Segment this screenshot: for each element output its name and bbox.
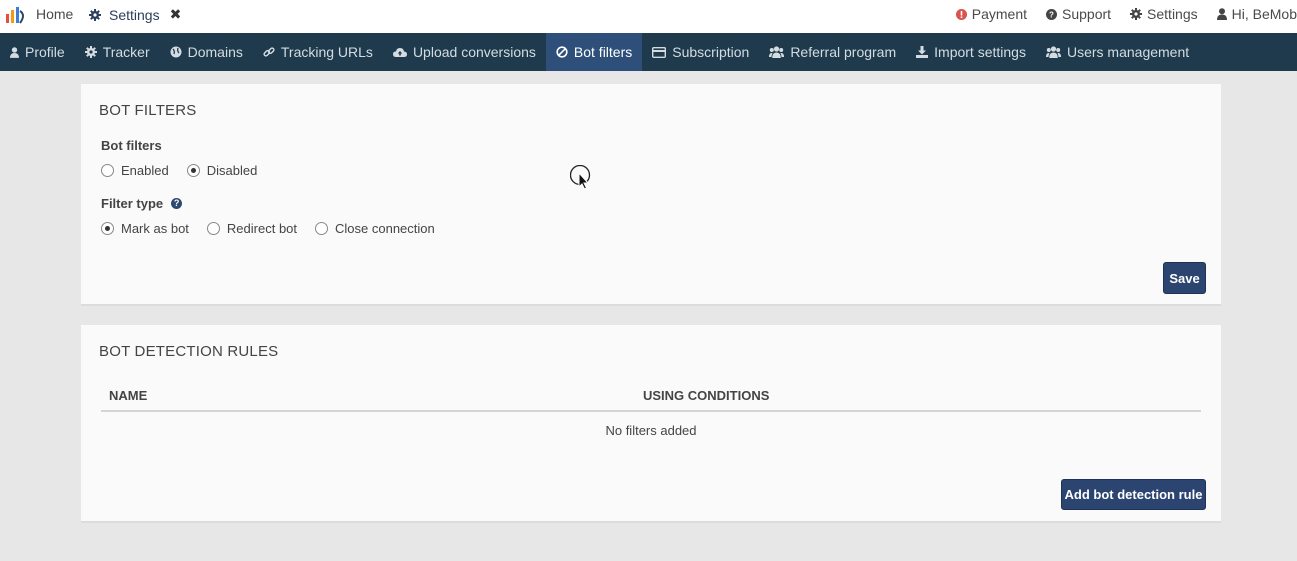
bot-filters-radio-group: Enabled Disabled: [101, 163, 275, 178]
bot-detection-rules-panel: BOT DETECTION RULES NAME USING CONDITION…: [81, 325, 1221, 523]
nav-label: Referral program: [790, 44, 897, 60]
user-menu[interactable]: Hi, BeMob: [1216, 6, 1297, 22]
gear-icon: [89, 8, 101, 21]
users-icon: [769, 46, 785, 58]
radio-circle[interactable]: [101, 164, 114, 177]
bemob-logo-icon[interactable]: [5, 5, 27, 25]
nav-label: Users management: [1066, 44, 1190, 60]
nav-label: Profile: [25, 44, 65, 60]
credit-card-icon: [652, 46, 667, 58]
nav-item-tracker[interactable]: Tracker: [75, 33, 160, 71]
support-link[interactable]: ? Support: [1046, 6, 1111, 22]
radio-disabled[interactable]: Disabled: [186, 163, 258, 178]
nav-label: Domains: [187, 44, 243, 60]
user-greeting: Hi, BeMob: [1231, 6, 1297, 22]
home-link[interactable]: Home: [36, 6, 73, 22]
settings-nav: Profile Tracker Domains Tracking URLs Up…: [0, 33, 1297, 71]
gear-icon: [84, 46, 97, 58]
nav-item-users-management[interactable]: Users management: [1036, 33, 1199, 71]
nav-label: Import settings: [934, 44, 1026, 60]
panel-title: BOT DETECTION RULES: [99, 343, 279, 360]
tab-settings[interactable]: Settings ✖: [89, 6, 181, 23]
radio-label: Mark as bot: [121, 221, 189, 236]
radio-mark-as-bot[interactable]: Mark as bot: [101, 221, 189, 236]
mouse-cursor-icon: [570, 165, 591, 190]
gear-icon: [1130, 8, 1143, 20]
payment-link[interactable]: Payment: [955, 6, 1027, 22]
tab-settings-label: Settings: [109, 6, 160, 23]
nav-item-tracking-urls[interactable]: Tracking URLs: [253, 33, 383, 71]
nav-item-profile[interactable]: Profile: [0, 33, 75, 71]
filter-type-label-row: Filter type ?: [101, 196, 183, 211]
radio-label: Close connection: [335, 221, 435, 236]
payment-label: Payment: [971, 6, 1027, 22]
filter-type-radio-group: Mark as bot Redirect bot Close connectio…: [101, 221, 453, 236]
ban-icon: [556, 46, 568, 58]
close-icon[interactable]: ✖: [170, 6, 182, 23]
nav-label: Bot filters: [573, 44, 633, 60]
filter-type-label: Filter type: [101, 196, 164, 211]
svg-text:?: ?: [1049, 10, 1054, 19]
nav-item-domains[interactable]: Domains: [160, 33, 253, 71]
nav-label: Tracking URLs: [280, 44, 373, 60]
bot-filters-label: Bot filters: [101, 138, 162, 153]
radio-redirect-bot[interactable]: Redirect bot: [206, 221, 298, 236]
alert-circle-icon: [955, 8, 967, 20]
nav-label: Tracker: [102, 44, 150, 60]
radio-enabled[interactable]: Enabled: [101, 163, 169, 178]
nav-item-subscription[interactable]: Subscription: [642, 33, 759, 71]
save-button[interactable]: Save: [1163, 262, 1206, 294]
support-label: Support: [1062, 6, 1112, 22]
column-header-name[interactable]: NAME: [109, 388, 147, 403]
bot-filters-panel: BOT FILTERS Bot filters Enabled Disabled…: [81, 84, 1221, 306]
radio-circle[interactable]: [315, 222, 329, 235]
radio-circle[interactable]: [186, 164, 200, 177]
add-bot-detection-rule-button[interactable]: Add bot detection rule: [1061, 479, 1206, 510]
column-header-using-conditions[interactable]: USING CONDITIONS: [643, 388, 769, 403]
top-bar: Home Settings ✖ Payment ? Support Settin…: [0, 0, 1297, 33]
settings-link[interactable]: Settings: [1130, 6, 1198, 22]
nav-label: Upload conversions: [412, 44, 536, 60]
radio-label: Redirect bot: [226, 221, 298, 236]
rules-table-header: NAME USING CONDITIONS: [101, 386, 1201, 412]
help-icon[interactable]: ?: [171, 198, 183, 209]
radio-label: Disabled: [206, 163, 258, 178]
radio-label: Enabled: [121, 163, 169, 178]
panel-title: BOT FILTERS: [99, 102, 197, 119]
radio-circle[interactable]: [206, 222, 220, 235]
nav-item-import-settings[interactable]: Import settings: [906, 33, 1036, 71]
empty-table-message: No filters added: [605, 423, 697, 438]
settings-label: Settings: [1147, 6, 1198, 22]
user-icon: [10, 46, 19, 58]
users-icon: [1045, 46, 1061, 58]
user-icon: [1216, 8, 1227, 20]
radio-close-connection[interactable]: Close connection: [315, 221, 435, 236]
question-circle-icon: ?: [1046, 8, 1057, 20]
nav-label: Subscription: [672, 44, 750, 60]
nav-item-upload-conversions[interactable]: Upload conversions: [383, 33, 546, 71]
link-icon: [263, 47, 275, 57]
globe-icon: [170, 46, 182, 58]
radio-circle[interactable]: [101, 222, 114, 235]
top-right-menu: Payment ? Support Settings Hi, BeMob: [937, 6, 1297, 22]
nav-item-referral-program[interactable]: Referral program: [759, 33, 906, 71]
download-icon: [916, 46, 929, 58]
cloud-upload-icon: [392, 47, 407, 57]
nav-item-bot-filters[interactable]: Bot filters: [545, 33, 643, 71]
